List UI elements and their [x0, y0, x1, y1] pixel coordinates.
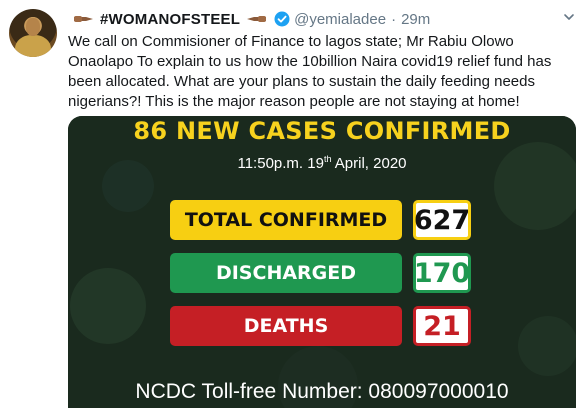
report-date: April, 2020 — [331, 155, 407, 172]
headline: 86 NEW CASES CONFIRMED — [133, 117, 511, 145]
tweet-media-image[interactable]: 86 NEW CASES CONFIRMED 11:50p.m. 19th Ap… — [68, 116, 576, 408]
total-confirmed-label: TOTAL CONFIRMED — [170, 200, 402, 240]
deaths-value: 21 — [413, 306, 471, 346]
report-time: 11:50p.m. 19 — [237, 155, 324, 172]
tollfree-number: NCDC Toll-free Number: 080097000010 — [135, 380, 509, 403]
total-confirmed-value: 627 — [413, 200, 471, 240]
discharged-value: 170 — [413, 253, 471, 293]
display-name[interactable]: #WOMANOFSTEEL — [100, 11, 240, 28]
tweet-header: #WOMANOFSTEEL @yemialadee · 29m — [68, 8, 430, 30]
tweet-timestamp[interactable]: 29m — [401, 11, 430, 28]
chevron-down-icon[interactable] — [562, 10, 576, 24]
verified-badge-icon — [274, 11, 290, 27]
avatar-face — [26, 18, 40, 36]
hand-pointing-right-icon — [73, 14, 95, 24]
discharged-label: DISCHARGED — [170, 253, 402, 293]
report-datetime: 11:50p.m. 19th April, 2020 — [68, 154, 576, 172]
avatar[interactable] — [9, 9, 57, 57]
hand-pointing-left-icon — [245, 14, 267, 24]
user-handle[interactable]: @yemialadee — [294, 11, 386, 28]
tweet-text: We call on Commisioner of Finance to lag… — [68, 33, 552, 110]
separator-dot: · — [391, 10, 397, 28]
avatar-figure — [15, 35, 51, 57]
deaths-label: DEATHS — [170, 306, 402, 346]
